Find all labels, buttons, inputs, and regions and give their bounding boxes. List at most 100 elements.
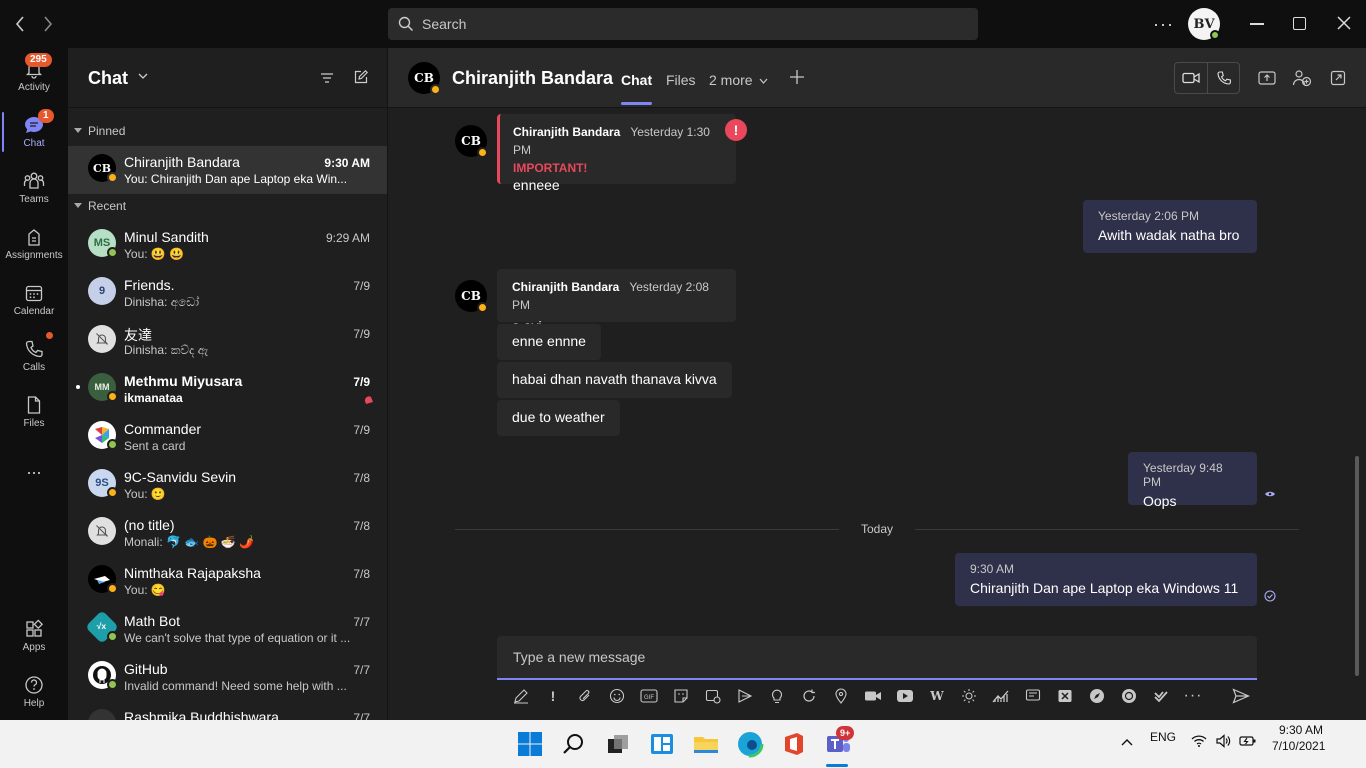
chat-item-friends[interactable]: 9 Friends. Dinisha: අඩෝ 7/9 xyxy=(68,269,387,317)
rail-assignments[interactable]: Assignments xyxy=(0,216,68,272)
chat-item-no-title[interactable]: (no title) Monali: 🐬 🐟 🎃 🍜 🌶️ 7/8 xyxy=(68,509,387,557)
praise-icon[interactable] xyxy=(767,686,787,706)
search-input[interactable] xyxy=(422,16,942,32)
message-outgoing[interactable]: Yesterday 9:48 PM Oops xyxy=(1128,452,1257,509)
pop-out-icon[interactable] xyxy=(1330,70,1346,86)
youtube-icon[interactable] xyxy=(895,686,915,706)
chat-item-tomodachi[interactable]: 友達 Dinisha: කව්ද ඇ 7/9 xyxy=(68,317,387,365)
paperclip-icon[interactable] xyxy=(575,686,595,706)
message-text: Awith wadak natha bro xyxy=(1098,227,1240,243)
chat-name: Math Bot xyxy=(124,613,181,629)
rail-more[interactable]: ... xyxy=(0,440,68,496)
presence-online-icon xyxy=(107,631,118,642)
emoji-icon[interactable] xyxy=(607,686,627,706)
chat-item-chiranjith[interactable]: CB Chiranjith Bandara You: Chiranjith Da… xyxy=(68,146,387,194)
meet-now-icon[interactable] xyxy=(863,686,883,706)
tasks-app-icon[interactable] xyxy=(1151,686,1171,706)
more-options-icon[interactable]: ··· xyxy=(1153,14,1174,35)
message-input[interactable] xyxy=(497,636,1257,678)
chat-item-math-bot[interactable]: √x Math Bot We can't solve that type of … xyxy=(68,605,387,653)
close-icon[interactable] xyxy=(1336,15,1352,31)
tab-more[interactable]: 2 more xyxy=(709,72,768,88)
message-outgoing[interactable]: Yesterday 2:06 PM Awith wadak natha bro xyxy=(1083,200,1257,253)
message-incoming[interactable]: habai dhan navath thanava kivva xyxy=(497,362,732,398)
chat-item-methmu[interactable]: MM Methmu Miyusara ikmanataa 7/9 xyxy=(68,365,387,413)
sticker-icon[interactable] xyxy=(671,686,691,706)
tab-files[interactable]: Files xyxy=(666,72,696,88)
audio-call-button[interactable] xyxy=(1208,63,1240,93)
language-indicator[interactable]: ENG xyxy=(1150,730,1176,744)
chevron-down-icon[interactable] xyxy=(138,72,148,80)
filter-icon[interactable] xyxy=(320,72,334,84)
bot-app-icon[interactable] xyxy=(1119,686,1139,706)
teams-app-icon[interactable]: 9+ xyxy=(824,726,855,758)
loop-icon[interactable] xyxy=(799,686,819,706)
battery-charging-icon[interactable] xyxy=(1239,735,1257,747)
wifi-icon[interactable] xyxy=(1191,734,1207,748)
clock-date[interactable]: 7/10/2021 xyxy=(1272,739,1325,753)
chat-item-github[interactable]: GitHub Invalid command! Need some help w… xyxy=(68,653,387,701)
polls-icon[interactable] xyxy=(1023,686,1043,706)
back-arrow-icon[interactable] xyxy=(14,14,26,34)
rail-chat[interactable]: Chat 1 xyxy=(0,104,68,160)
compose-box[interactable] xyxy=(497,636,1257,680)
file-explorer-icon[interactable] xyxy=(692,730,720,758)
add-tab-icon[interactable] xyxy=(790,70,804,84)
search-icon[interactable] xyxy=(560,730,588,758)
wikipedia-icon[interactable]: W xyxy=(927,686,947,706)
chat-item-nimthaka[interactable]: Nimthaka Rajapaksha You: 😋 7/8 xyxy=(68,557,387,605)
edge-browser-icon[interactable] xyxy=(736,730,764,758)
recent-section-header[interactable]: Recent xyxy=(74,199,126,213)
clock-time[interactable]: 9:30 AM xyxy=(1279,723,1323,737)
important-icon[interactable]: ! xyxy=(543,686,563,706)
format-pen-icon[interactable] xyxy=(511,686,531,706)
tab-chat[interactable]: Chat xyxy=(621,72,653,105)
widgets-icon[interactable] xyxy=(648,730,676,758)
windows-start-icon[interactable] xyxy=(516,730,544,758)
rail-calls[interactable]: Calls xyxy=(0,328,68,384)
chat-item-rashmika[interactable]: Rashmika Buddhishwara 7/7 xyxy=(68,701,387,720)
message-incoming[interactable]: due to weather xyxy=(497,400,620,436)
send-icon[interactable] xyxy=(1231,686,1251,706)
share-screen-icon[interactable] xyxy=(1258,70,1276,86)
stocks-chart-icon[interactable] xyxy=(991,686,1011,706)
excel-icon[interactable] xyxy=(1055,686,1075,706)
pinned-section-header[interactable]: Pinned xyxy=(74,124,125,138)
volume-icon[interactable] xyxy=(1215,734,1231,748)
stream-icon[interactable] xyxy=(735,686,755,706)
rail-files[interactable]: Files xyxy=(0,384,68,440)
rail-activity[interactable]: Activity 295 xyxy=(0,48,68,104)
location-icon[interactable] xyxy=(831,686,851,706)
restore-icon[interactable] xyxy=(1293,17,1306,30)
chevron-down-icon xyxy=(760,78,768,85)
more-apps-icon[interactable]: ··· xyxy=(1183,686,1203,706)
message-incoming[interactable]: Chiranjith BandaraYesterday 2:08 PM a ay… xyxy=(497,269,736,334)
rail-apps[interactable]: Apps xyxy=(0,608,68,664)
minimize-icon[interactable] xyxy=(1250,23,1264,25)
chat-item-minul[interactable]: MS Minul Sandith You: 😃 😃 9:29 AM xyxy=(68,221,387,269)
weather-sun-icon[interactable] xyxy=(959,686,979,706)
message-incoming[interactable]: enne ennne xyxy=(497,324,601,360)
scrollbar-thumb[interactable] xyxy=(1355,456,1359,676)
gif-icon[interactable]: GIF xyxy=(639,686,659,706)
task-view-icon[interactable] xyxy=(604,730,632,758)
rail-help[interactable]: Help xyxy=(0,664,68,720)
video-call-button[interactable] xyxy=(1175,63,1208,93)
schedule-meeting-icon[interactable] xyxy=(703,686,723,706)
message-outgoing[interactable]: 9:30 AM Chiranjith Dan ape Laptop eka Wi… xyxy=(955,553,1257,606)
new-chat-icon[interactable] xyxy=(354,70,368,84)
assignments-icon xyxy=(28,229,40,246)
office-icon[interactable] xyxy=(780,730,808,758)
forward-arrow-icon[interactable] xyxy=(42,14,54,34)
chat-item-commander[interactable]: Commander Sent a card 7/9 xyxy=(68,413,387,461)
rail-calendar[interactable]: Calendar xyxy=(0,272,68,328)
chevron-up-icon[interactable] xyxy=(1121,738,1133,746)
chat-list-title[interactable]: Chat xyxy=(88,68,128,89)
presence-away-icon xyxy=(430,84,441,95)
compass-app-icon[interactable] xyxy=(1087,686,1107,706)
add-people-icon[interactable] xyxy=(1292,69,1312,87)
message-important[interactable]: Chiranjith Bandara Yesterday 1:30 PM IMPO… xyxy=(497,114,736,193)
search-box[interactable] xyxy=(388,8,978,40)
chat-item-sanvidu[interactable]: 9S 9C-Sanvidu Sevin You: 🙂 7/8 xyxy=(68,461,387,509)
rail-teams[interactable]: Teams xyxy=(0,160,68,216)
